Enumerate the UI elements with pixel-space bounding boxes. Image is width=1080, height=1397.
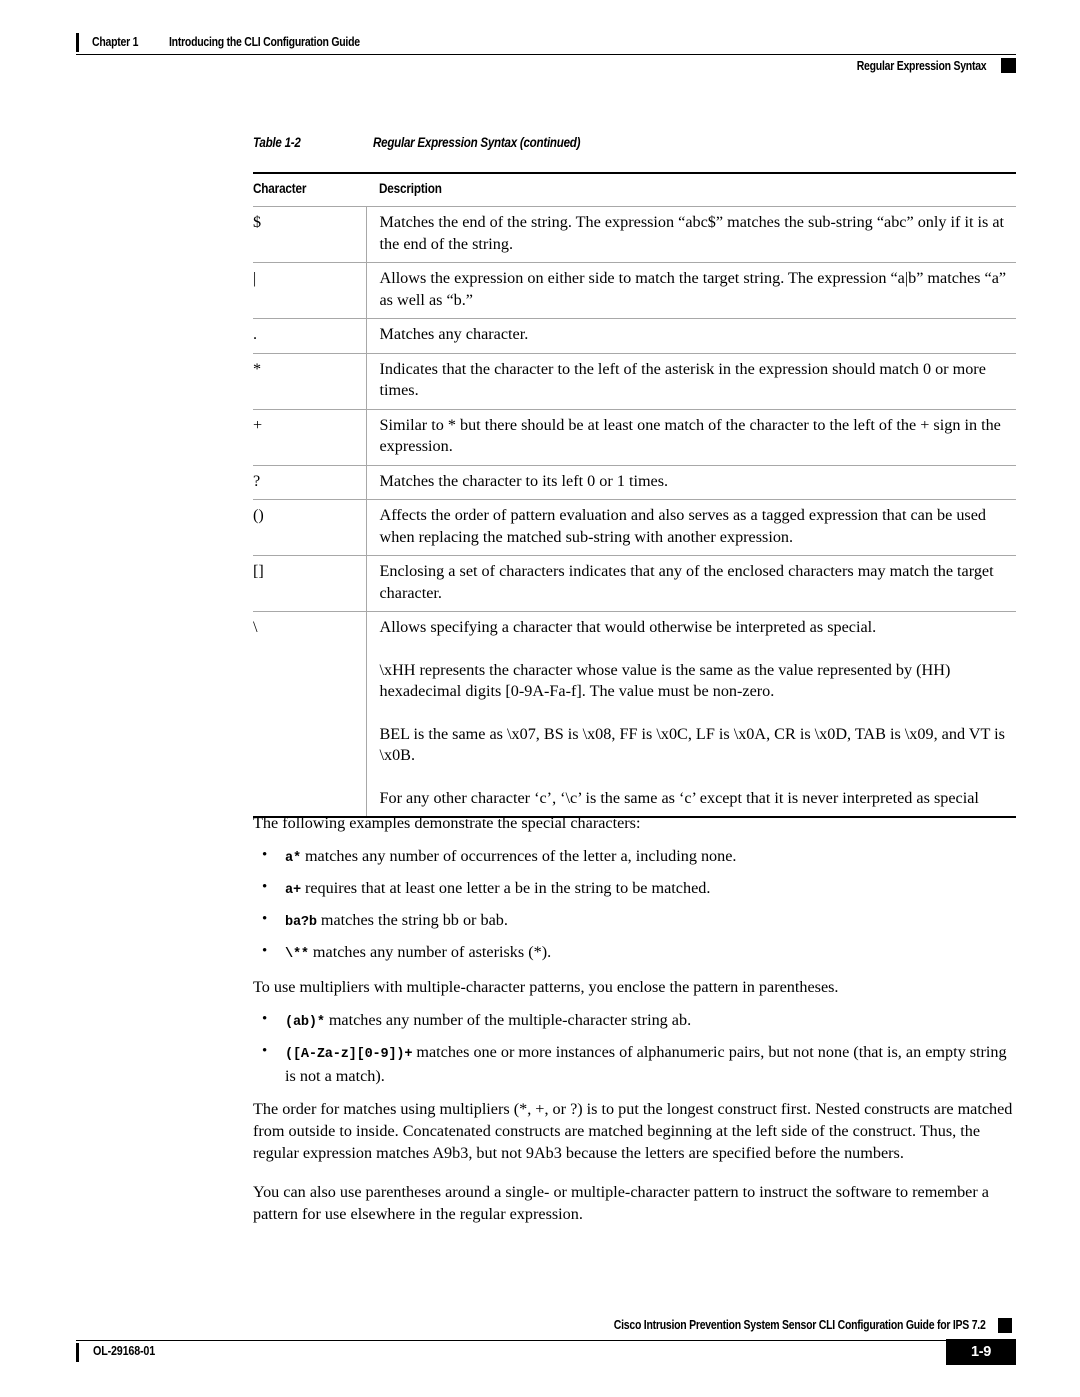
table-caption: Table 1-2 Regular Expression Syntax (con… [253,135,1016,157]
column-header-character-label: Character [253,181,307,196]
match-order-paragraph: The order for matches using multipliers … [253,1100,1013,1162]
document-page: Chapter 1 Introducing the CLI Configurat… [0,0,1080,1397]
cell-character: * [253,353,366,410]
table-row: ? Matches the character to its left 0 or… [253,465,1016,500]
list-item: a* matches any number of occurrences of … [253,845,1016,870]
table-header: Character Description [253,172,1016,207]
example-text: matches any number of occurrences of the… [304,846,737,865]
cell-description: Enclosing a set of characters indicates … [365,555,1016,612]
table-row: . Matches any character. [253,318,1016,354]
description-paragraph: BEL is the same as \x07, BS is \x08, FF … [379,724,1005,765]
regular-expression-syntax-table: Character Description $ Matches the end … [253,172,1016,818]
cell-description: Matches the end of the string. The expre… [365,206,1016,263]
table-row: + Similar to * but there should be at le… [253,409,1016,466]
table-row: * Indicates that the character to the le… [253,353,1016,410]
footer-rule [76,1340,976,1341]
description-paragraph: Allows specifying a character that would… [379,618,877,636]
cell-description-multiparagraph: Allows specifying a character that would… [365,611,1016,818]
intro-examples-paragraph: The following examples demonstrate the s… [253,814,641,832]
cell-description: Affects the order of pattern evaluation … [365,499,1016,556]
cell-description: Matches any character. [365,318,1016,354]
header-section-title: Regular Expression Syntax [856,59,986,73]
description-paragraph: For any other character ‘c’, ‘\c’ is the… [379,788,979,807]
table-header-row: Character Description [253,172,1016,207]
cell-description: Allows the expression on either side to … [365,262,1016,319]
table-row: $ Matches the end of the string. The exp… [253,206,1016,263]
cell-character: ? [253,465,366,500]
table-row: \ Allows specifying a character that wou… [253,611,1016,818]
table-caption-title: Regular Expression Syntax (continued) [373,135,581,150]
cell-description: Similar to * but there should be at leas… [365,409,1016,466]
header-chapter-row: Chapter 1 Introducing the CLI Configurat… [76,33,1016,55]
list-item: ([A-Za-z][0-9])+ matches one or more ins… [253,1041,1016,1087]
parentheses-paragraph: You can also use parentheses around a si… [253,1183,989,1223]
running-footer: Cisco Intrusion Prevention System Sensor… [76,1318,1016,1373]
cell-character: + [253,409,366,466]
special-character-examples-list: a* matches any number of occurrences of … [253,845,1016,966]
table-row: [] Enclosing a set of characters indicat… [253,555,1016,612]
example-text: matches any number of the multiple-chara… [328,1011,692,1030]
running-header: Chapter 1 Introducing the CLI Configurat… [76,33,1016,83]
footer-document-id: OL-29168-01 [93,1344,156,1358]
body-content: The following examples demonstrate the s… [253,813,1016,1225]
list-item: a+ requires that at least one letter a b… [253,877,1016,902]
list-item: (ab)* matches any number of the multiple… [253,1009,1016,1034]
header-section-row: Regular Expression Syntax [76,57,1016,81]
header-tick-mark [76,33,79,52]
example-code: ([A-Za-z][0-9])+ [285,1047,413,1063]
cell-character: [] [253,555,366,612]
column-header-character: Character [253,172,366,207]
cell-character: | [253,262,366,319]
multiplier-examples-list: (ab)* matches any number of the multiple… [253,1009,1016,1087]
cell-character: $ [253,206,366,263]
example-code: (ab)* [285,1015,325,1031]
example-text: matches any number of asterisks (*). [312,942,552,961]
table-caption-number: Table 1-2 [253,135,301,150]
table-row: () Affects the order of pattern evaluati… [253,499,1016,556]
description-paragraph: \xHH represents the character whose valu… [379,660,951,701]
cell-description: Matches the character to its left 0 or 1… [365,465,1016,500]
cell-character: \ [253,611,366,818]
table-body: $ Matches the end of the string. The exp… [253,206,1016,818]
footer-guide-title: Cisco Intrusion Prevention System Sensor… [614,1318,986,1332]
header-rule [76,54,1016,55]
list-item: \** matches any number of asterisks (*). [253,941,1016,966]
example-code: \** [285,946,309,962]
header-square-marker [1001,58,1016,73]
example-code: a* [285,850,301,866]
footer-tick-mark [76,1343,79,1362]
cell-character: . [253,318,366,354]
list-item: ba?b matches the string bb or bab. [253,909,1016,934]
example-text: matches the string bb or bab. [320,910,508,929]
intro-multipliers-paragraph: To use multipliers with multiple-charact… [253,978,839,997]
footer-page-number: 1-9 [946,1339,1016,1365]
header-chapter-title: Introducing the CLI Configuration Guide [169,35,360,49]
header-chapter-label: Chapter 1 [92,35,139,49]
column-header-description: Description [366,172,1016,207]
footer-square-marker [998,1318,1012,1333]
cell-description: Indicates that the character to the left… [365,353,1016,410]
column-header-description-label: Description [379,181,442,196]
cell-character: () [253,499,366,556]
example-text: requires that at least one letter a be i… [304,878,711,897]
example-code: a+ [285,882,301,898]
example-code: ba?b [285,914,317,930]
table-row: | Allows the expression on either side t… [253,262,1016,319]
